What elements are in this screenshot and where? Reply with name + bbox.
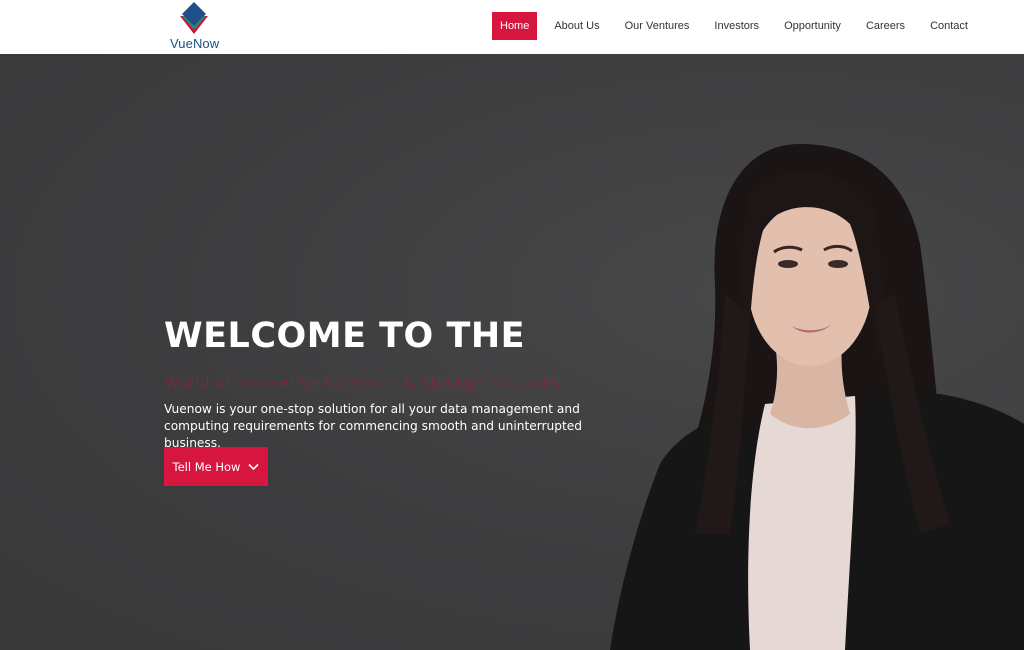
nav-item-home[interactable]: Home xyxy=(492,12,538,40)
hero-title: WELCOME TO THE xyxy=(164,316,526,356)
brand-logo[interactable]: VueNow xyxy=(168,0,224,52)
hero-section: WELCOME TO THE World of innovative Compu… xyxy=(0,54,1024,650)
hero-description: Vuenow is your one-stop solution for all… xyxy=(164,402,583,450)
hero-portrait-image xyxy=(610,144,1024,650)
logo-diamond-icon xyxy=(180,2,208,34)
site-header: VueNow Home About Us Our Ventures Invest… xyxy=(0,0,1024,54)
brand-name: VueNow xyxy=(170,36,220,51)
cta-label: Tell Me How xyxy=(172,459,241,474)
main-nav: Home About Us Our Ventures Investors Opp… xyxy=(492,12,976,40)
nav-item-contact[interactable]: Contact xyxy=(922,12,976,40)
chevron-down-icon xyxy=(248,463,260,470)
nav-item-investors[interactable]: Investors xyxy=(706,12,767,40)
nav-item-about-us[interactable]: About Us xyxy=(546,12,607,40)
hero-subtitle: World of innovative Compute & Storage So… xyxy=(164,373,561,392)
nav-item-careers[interactable]: Careers xyxy=(858,12,913,40)
tell-me-how-button[interactable]: Tell Me How xyxy=(164,447,268,486)
nav-item-opportunity[interactable]: Opportunity xyxy=(776,12,849,40)
nav-item-our-ventures[interactable]: Our Ventures xyxy=(617,12,698,40)
